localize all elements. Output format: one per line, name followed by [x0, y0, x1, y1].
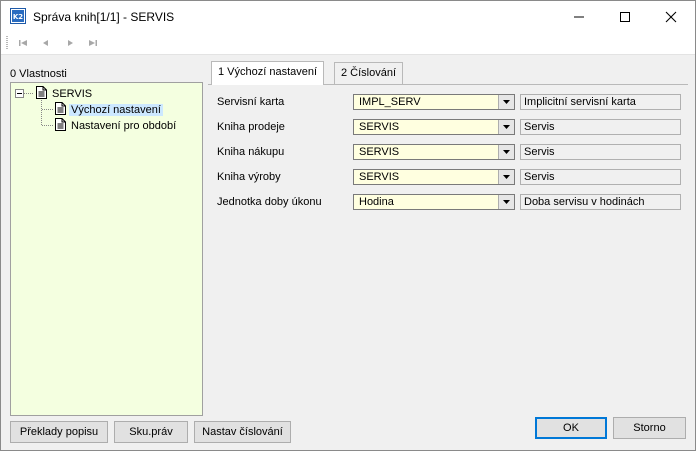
jednotka-doby-ukonu-description: Doba servisu v hodinách	[520, 194, 681, 210]
label-kniha-nakupu: Kniha nákupu	[217, 146, 285, 158]
kniha-vyroby-description: Servis	[520, 169, 681, 185]
storno-button[interactable]: Storno	[613, 417, 686, 439]
document-icon	[36, 86, 47, 99]
servisni-karta-description: Implicitní servisní karta	[520, 94, 681, 110]
minimize-button[interactable]	[556, 1, 602, 32]
preklady-popisu-button[interactable]: Překlady popisu	[10, 421, 108, 443]
tree-root-label: SERVIS	[52, 88, 93, 100]
dialog-window: K2 Správa knih[1/1] - SERVIS 0 Vlastnost…	[0, 0, 696, 451]
first-record-icon[interactable]	[17, 37, 31, 49]
maximize-icon	[620, 12, 630, 22]
nastav-cislovani-button[interactable]: Nastav číslování	[194, 421, 291, 443]
kniha-nakupu-description: Servis	[520, 144, 681, 160]
combo-value: SERVIS	[359, 121, 400, 133]
chevron-down-icon	[503, 175, 510, 179]
close-button[interactable]	[648, 1, 694, 32]
chevron-down-icon	[503, 150, 510, 154]
tree-item-vychozi-nastaveni[interactable]: Výchozí nastavení	[55, 102, 163, 116]
tree-item-label: Výchozí nastavení	[69, 104, 163, 116]
label-servisni-karta: Servisní karta	[217, 96, 285, 108]
document-icon	[55, 102, 66, 115]
label-kniha-prodeje: Kniha prodeje	[217, 121, 285, 133]
chevron-down-icon	[503, 200, 510, 204]
combo-value: Hodina	[359, 196, 394, 208]
properties-tree[interactable]: SERVIS Výchozí nastavení Nastavení pro o…	[10, 82, 203, 416]
previous-record-icon[interactable]	[39, 37, 53, 49]
kniha-prodeje-combo[interactable]: SERVIS	[353, 119, 515, 135]
dropdown-button[interactable]	[498, 120, 514, 134]
tab-cislovani[interactable]: 2 Číslování	[334, 62, 404, 84]
kniha-vyroby-combo[interactable]: SERVIS	[353, 169, 515, 185]
label-kniha-vyroby: Kniha výroby	[217, 171, 281, 183]
tree-item-label: Nastavení pro období	[71, 120, 177, 132]
next-record-icon[interactable]	[63, 37, 77, 49]
dropdown-button[interactable]	[498, 170, 514, 184]
maximize-button[interactable]	[602, 1, 648, 32]
title-bar: K2 Správa knih[1/1] - SERVIS	[1, 1, 695, 32]
chevron-down-icon	[503, 100, 510, 104]
close-icon	[665, 11, 677, 23]
combo-value: SERVIS	[359, 146, 400, 158]
dropdown-button[interactable]	[498, 195, 514, 209]
svg-text:K2: K2	[13, 13, 23, 21]
tree-item-root[interactable]: SERVIS	[36, 86, 94, 100]
chevron-down-icon	[503, 125, 510, 129]
label-jednotka-doby-ukonu: Jednotka doby úkonu	[217, 196, 322, 208]
tab-vychozi-nastaveni[interactable]: 1 Výchozí nastavení	[211, 61, 325, 85]
combo-value: IMPL_SERV	[359, 96, 421, 108]
sku-prav-button[interactable]: Sku.práv	[114, 421, 188, 443]
ok-button[interactable]: OK	[535, 417, 607, 439]
properties-label: 0 Vlastnosti	[10, 68, 67, 80]
window-title: Správa knih[1/1] - SERVIS	[33, 10, 175, 24]
navigation-toolbar	[1, 32, 695, 55]
jednotka-doby-ukonu-combo[interactable]: Hodina	[353, 194, 515, 210]
dropdown-button[interactable]	[498, 145, 514, 159]
kniha-nakupu-combo[interactable]: SERVIS	[353, 144, 515, 160]
collapse-expander[interactable]	[15, 89, 24, 98]
combo-value: SERVIS	[359, 171, 400, 183]
dropdown-button[interactable]	[498, 95, 514, 109]
minimize-icon	[574, 16, 584, 18]
toolbar-grip[interactable]	[6, 36, 8, 50]
document-icon	[55, 118, 66, 131]
tree-item-nastaveni-pro-obdobi[interactable]: Nastavení pro období	[55, 118, 178, 132]
kniha-prodeje-description: Servis	[520, 119, 681, 135]
last-record-icon[interactable]	[85, 37, 99, 49]
k2-app-icon: K2	[10, 8, 26, 24]
servisni-karta-combo[interactable]: IMPL_SERV	[353, 94, 515, 110]
